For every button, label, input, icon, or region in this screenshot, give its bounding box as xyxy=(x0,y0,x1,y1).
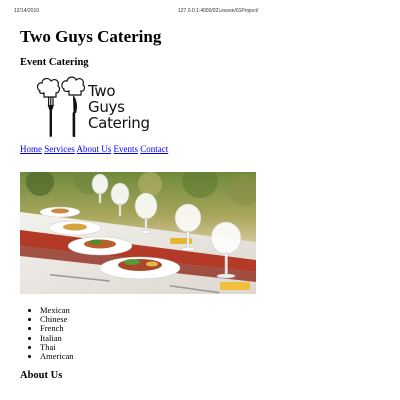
print-url: 127.0.0.1:4000/02Lesson/01Project/ xyxy=(178,8,259,14)
logo-line-guys: Guys xyxy=(88,98,125,116)
list-item: Italian xyxy=(40,333,380,343)
logo-line-catering: Catering xyxy=(88,114,150,132)
nav-link-services[interactable]: Services xyxy=(44,144,75,154)
list-item: American xyxy=(40,351,380,361)
nav-link-contact[interactable]: Contact xyxy=(140,144,168,154)
print-date: 12/14/2016 xyxy=(14,8,40,14)
event-catering-heading: Event Catering xyxy=(20,57,89,68)
main-nav: Home Services About Us Events Contact xyxy=(20,144,380,155)
page-title: Two Guys Catering xyxy=(20,27,162,46)
about-us-heading: About Us xyxy=(20,370,63,382)
banquet-table-photo xyxy=(20,172,256,294)
logo-line-two: Two xyxy=(88,82,116,100)
banquet-photo-graphic xyxy=(20,172,256,294)
company-logo: Two Guys Catering xyxy=(36,75,154,141)
list-item: Chinese xyxy=(40,314,380,324)
list-item: Thai xyxy=(40,342,380,352)
chef-hats-fork-knife-icon xyxy=(36,76,86,137)
logo-text: Two Guys Catering xyxy=(88,83,150,131)
nav-link-events[interactable]: Events xyxy=(114,144,139,154)
nav-link-home[interactable]: Home xyxy=(20,144,42,154)
list-item: Mexican xyxy=(40,305,380,315)
list-item: French xyxy=(40,324,380,333)
cuisine-list: Mexican Chinese French Italian Thai Amer… xyxy=(20,305,380,361)
page-content: Two Guys Catering Event Catering Two Guy… xyxy=(20,26,380,382)
nav-link-about-us[interactable]: About Us xyxy=(77,144,112,154)
print-header: 12/14/2016 127.0.0.1:4000/02Lesson/01Pro… xyxy=(14,8,386,18)
